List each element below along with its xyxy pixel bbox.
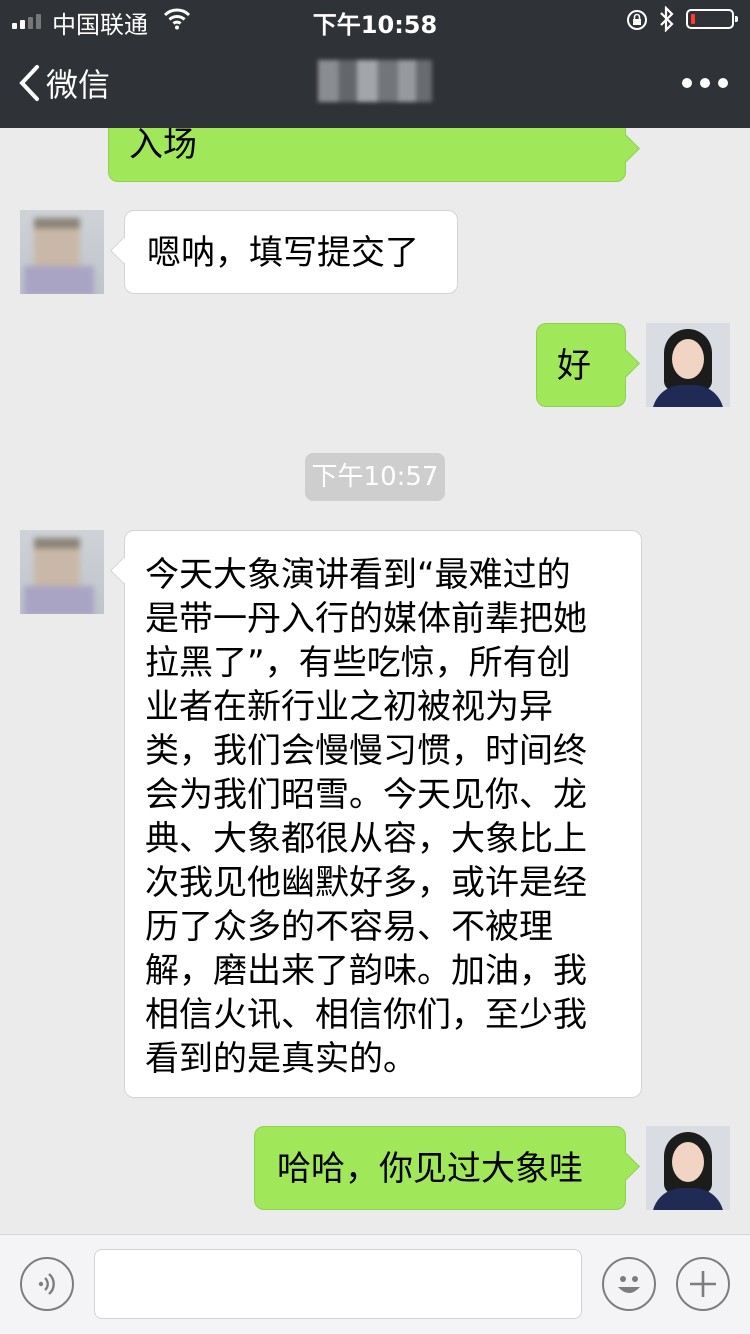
avatar-contact[interactable] [20, 210, 104, 294]
voice-icon [38, 1273, 55, 1295]
message-line: 看到的是真实的。 [145, 1039, 417, 1079]
message-line: 次我见他幽默好多，或许是经 [145, 863, 587, 903]
chat-title-blurred [318, 60, 432, 102]
battery-icon [686, 9, 738, 29]
message-bubble-sent[interactable]: 好 [536, 323, 626, 407]
message-text: 哈哈，你见过大象哇 [277, 1149, 583, 1189]
avatar-self[interactable] [646, 323, 730, 407]
message-line: 典、大象都很从容，大象比上 [145, 819, 587, 859]
smiley-icon [618, 1276, 640, 1293]
message-line: 类，我们会慢慢习惯，时间终 [145, 731, 587, 771]
more-functions-button[interactable] [676, 1257, 730, 1311]
chevron-left-icon [19, 65, 39, 101]
message-bubble-received[interactable]: 嗯呐，填写提交了 [124, 210, 458, 294]
message-text: 好 [557, 346, 591, 386]
message-line: 是带一丹入行的媒体前辈把她 [145, 599, 587, 639]
plus-icon [690, 1271, 716, 1297]
avatar-self[interactable] [646, 1126, 730, 1210]
back-button[interactable]: 微信 [18, 60, 110, 106]
rotation-lock-icon [627, 10, 647, 30]
input-bar [0, 1234, 750, 1334]
message-line: 今天大象演讲看到“最难过的 [145, 555, 571, 595]
bluetooth-icon [660, 6, 674, 32]
message-text: 嗯呐，填写提交了 [147, 233, 419, 273]
message-line: 历了众多的不容易、不被理 [145, 907, 553, 947]
message-line: 会为我们昭雪。今天见你、龙 [145, 775, 587, 815]
nav-bar: 微信 [0, 40, 750, 128]
status-bar: 中国联通 下午10:58 [0, 0, 750, 40]
back-label: 微信 [46, 66, 111, 104]
message-bubble-sent[interactable]: 哈哈，你见过大象哇 [254, 1126, 626, 1210]
message-line: 业者在新行业之初被视为异 [145, 687, 553, 727]
message-line: 拉黑了”，有些吃惊，所有创 [145, 643, 571, 683]
message-line: 解，磨出来了韵味。加油，我 [145, 951, 587, 991]
message-line: 相信火讯、相信你们，至少我 [145, 995, 587, 1035]
message-bubble-received[interactable]: 今天大象演讲看到“最难过的 是带一丹入行的媒体前辈把她 拉黑了”，有些吃惊，所有… [124, 530, 642, 1098]
more-button[interactable] [682, 78, 728, 88]
avatar-contact[interactable] [20, 530, 104, 614]
voice-button[interactable] [20, 1257, 74, 1311]
chat-timestamp: 下午10:57 [305, 453, 445, 501]
chat-area[interactable]: 入场 嗯呐，填写提交了 好 下午10:57 今天大象演讲看到“最难过的 是带一丹… [0, 128, 750, 1234]
top-bar: 中国联通 下午10:58 微信 [0, 0, 750, 128]
message-text: 入场 [129, 128, 197, 165]
message-bubble-sent[interactable]: 入场 [108, 128, 626, 182]
message-input[interactable] [94, 1249, 582, 1319]
emoji-button[interactable] [602, 1257, 656, 1311]
